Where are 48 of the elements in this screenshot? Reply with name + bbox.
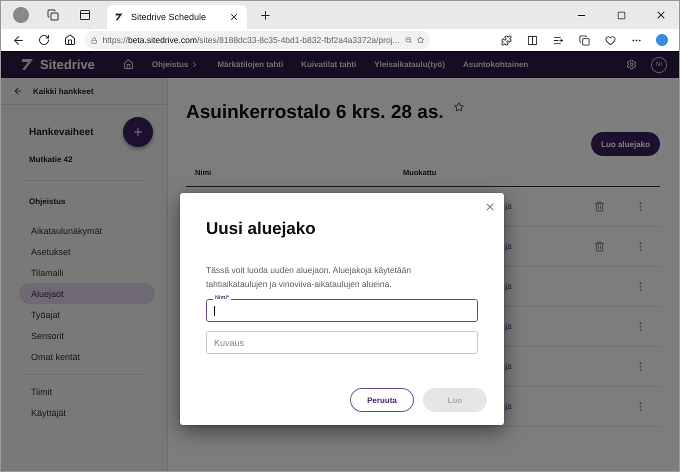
plus-icon xyxy=(132,126,144,138)
table-cell-text: jä xyxy=(505,402,513,411)
nav-link[interactable]: Asuntokohtainen xyxy=(462,60,528,69)
logo-icon xyxy=(21,58,34,71)
sidebar-item[interactable]: Tilamalli xyxy=(19,262,155,283)
profile-avatar[interactable] xyxy=(13,7,29,23)
table-cell-text: jä xyxy=(505,322,513,331)
add-button[interactable] xyxy=(123,117,153,147)
address-field[interactable]: https://beta.sitedrive.com/sites/8188dc33-8c35-4bd1-b832-fbf2a4a3372a/proj... xyxy=(85,31,430,49)
table-cell-text: jä xyxy=(505,362,513,371)
nav-link[interactable]: Yleisaikataulu(työ) xyxy=(374,60,445,69)
description-field[interactable]: Kuvaus xyxy=(206,331,478,354)
sidebar-item[interactable]: Käyttäjät xyxy=(19,402,155,423)
sidebar-item[interactable]: Työajat xyxy=(19,304,155,325)
nav-link[interactable]: Märkätilojen tahti xyxy=(217,60,284,69)
close-tab-icon[interactable] xyxy=(229,12,239,22)
table-cell-text: jä xyxy=(505,202,513,211)
close-icon[interactable] xyxy=(484,201,496,213)
table-cell-text: jä xyxy=(505,282,513,291)
favorite-icon[interactable] xyxy=(454,102,464,112)
back-link[interactable]: Kaikki hankkeet xyxy=(1,78,167,105)
dialog-title: Uusi aluejako xyxy=(206,219,317,239)
trash-icon[interactable] xyxy=(594,241,604,252)
sidebar-item[interactable]: Aluejaot xyxy=(19,283,155,304)
project-name: Mutkatie 42 xyxy=(28,154,74,164)
section-label: Ohjeistus xyxy=(28,196,66,208)
sidebar-item[interactable]: Omat kentät xyxy=(19,346,155,367)
sidebar-item[interactable]: Sensorit xyxy=(19,325,155,346)
settings-icon[interactable] xyxy=(626,59,637,70)
browser-tab[interactable]: Sitedrive Schedule xyxy=(107,5,247,29)
trash-icon[interactable] xyxy=(594,201,604,212)
dialog-description: Tässä voit luoda uuden aluejaon. Aluejakoja käytetään tahtiaikataulujen ja vinoviiva-aikataulujen alueina. xyxy=(206,264,412,291)
nav-link[interactable]: Kuivatilat tahti xyxy=(301,60,356,69)
zoom-out-icon[interactable] xyxy=(404,35,412,45)
page-title: Asuinkerrostalo 6 krs. 28 as. xyxy=(186,102,444,124)
sidebar-item[interactable]: Tiimit xyxy=(19,381,155,402)
table-cell-text: jä xyxy=(505,242,513,251)
back-arrow-icon xyxy=(13,86,23,96)
sidebar-heading: Hankevaiheet xyxy=(29,126,94,138)
nav-link[interactable]: Ohjeistus xyxy=(152,60,200,69)
logo-icon xyxy=(115,13,123,21)
lock-icon xyxy=(91,36,98,44)
favorite-icon[interactable] xyxy=(416,35,424,45)
create-button[interactable]: Luo aluejako xyxy=(591,132,660,156)
sidebar-item[interactable]: Aikataulunäkymät xyxy=(19,220,155,241)
sidebar-item[interactable]: Asetukset xyxy=(19,241,155,262)
app-logo[interactable]: Sitedrive xyxy=(40,57,95,72)
cancel-button[interactable]: Peruuta xyxy=(350,388,414,412)
